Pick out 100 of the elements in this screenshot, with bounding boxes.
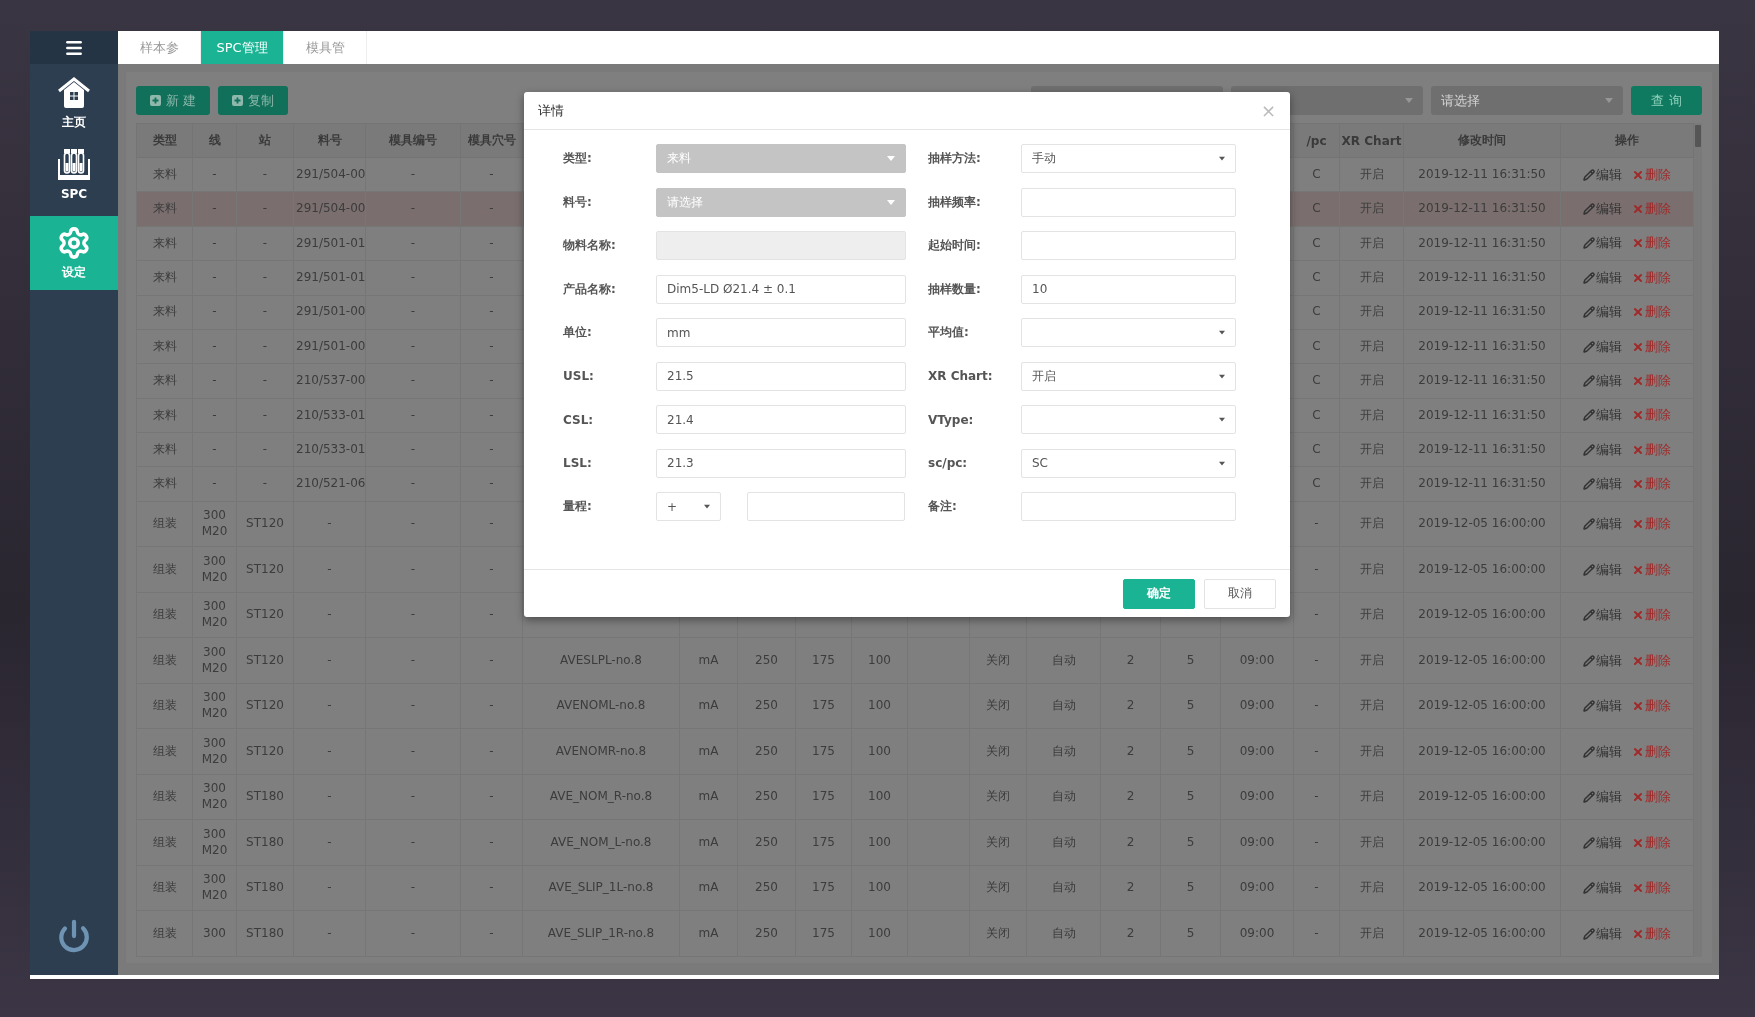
- select-field[interactable]: 开启: [1021, 361, 1236, 391]
- table-cell: mA: [679, 819, 738, 866]
- input-field[interactable]: 21.3: [656, 448, 906, 478]
- delete-link[interactable]: 删除: [1632, 337, 1671, 356]
- delete-link[interactable]: 删除: [1632, 788, 1671, 806]
- table-cell: C: [1293, 191, 1340, 227]
- close-icon: [1632, 791, 1644, 803]
- confirm-button[interactable]: 确定: [1123, 578, 1195, 609]
- table-cell: -: [365, 157, 461, 192]
- edit-link[interactable]: 编辑: [1583, 234, 1622, 253]
- delete-link[interactable]: 删除: [1632, 651, 1671, 670]
- delete-link[interactable]: 删除: [1632, 371, 1671, 390]
- edit-link[interactable]: 编辑: [1583, 406, 1622, 425]
- delete-link[interactable]: 删除: [1632, 268, 1671, 287]
- edit-link[interactable]: 编辑: [1583, 879, 1622, 897]
- table-cell: 175: [795, 819, 852, 866]
- input-field[interactable]: Dim5-LD Ø21.4 ± 0.1: [656, 274, 906, 304]
- edit-link[interactable]: 编辑: [1583, 697, 1622, 715]
- table-cell: 2: [1100, 819, 1161, 866]
- input-field[interactable]: [747, 492, 905, 521]
- delete-link[interactable]: 删除: [1632, 165, 1671, 184]
- sidebar-item[interactable]: 主页: [30, 68, 118, 136]
- edit-link[interactable]: 编辑: [1583, 371, 1622, 390]
- table-cell: -: [192, 432, 237, 467]
- delete-link[interactable]: 删除: [1632, 924, 1671, 943]
- pencil-icon: [1583, 203, 1595, 216]
- scrollbar[interactable]: [1694, 123, 1702, 957]
- close-icon: [1632, 518, 1644, 530]
- cancel-button[interactable]: 取消: [1204, 578, 1276, 609]
- table-row[interactable]: 组装 300 M20 ST120 - - - AVENOML-no.8 mA 250 175 100 关闭 自动 2 5 09:00 - 开启 2019-12-05 16:00:00 编辑 删除: [136, 683, 1694, 729]
- pencil-icon: [1583, 791, 1595, 803]
- edit-link[interactable]: 编辑: [1583, 440, 1622, 459]
- edit-link[interactable]: 编辑: [1583, 515, 1622, 533]
- delete-link[interactable]: 删除: [1632, 440, 1671, 459]
- delete-link[interactable]: 删除: [1632, 560, 1671, 579]
- edit-link[interactable]: 编辑: [1583, 788, 1622, 806]
- edit-link[interactable]: 编辑: [1583, 165, 1622, 184]
- delete-link[interactable]: 删除: [1632, 234, 1671, 253]
- table-cell: 09:00: [1220, 774, 1294, 820]
- input-field[interactable]: [1021, 187, 1236, 217]
- table-row[interactable]: 组装 300 M20 ST180 - - - AVE_NOM_R-no.8 mA 250 175 100 关闭 自动 2 5 09:00 - 开启 2019-12-05 16:00:00 编辑 删除: [136, 774, 1694, 820]
- delete-link[interactable]: 删除: [1632, 697, 1671, 715]
- toolbar-button[interactable]: 复制: [218, 86, 289, 115]
- edit-link[interactable]: 编辑: [1583, 606, 1622, 624]
- table-cell: mA: [679, 637, 738, 684]
- edit-link[interactable]: 编辑: [1583, 268, 1622, 287]
- delete-link[interactable]: 删除: [1632, 606, 1671, 624]
- select-field[interactable]: +: [656, 492, 721, 521]
- delete-link[interactable]: 删除: [1632, 475, 1671, 494]
- table-cell: ST120: [236, 592, 294, 638]
- select-field[interactable]: [1021, 318, 1236, 347]
- delete-link[interactable]: 删除: [1632, 742, 1671, 761]
- select-field[interactable]: 手动: [1021, 144, 1236, 173]
- select-field[interactable]: 请选择: [1431, 86, 1623, 115]
- table-cell: -: [1293, 592, 1340, 638]
- delete-link[interactable]: 删除: [1632, 303, 1671, 322]
- edit-link[interactable]: 编辑: [1583, 833, 1622, 852]
- pencil-icon: [1583, 306, 1595, 319]
- table-cell: 自动: [1026, 865, 1101, 911]
- delete-link[interactable]: 删除: [1632, 406, 1671, 425]
- table-row[interactable]: 组装 300 M20 ST180 - - - AVE_SLIP_1L-no.8 mA 250 175 100 关闭 自动 2 5 09:00 - 开启 2019-12-05 16:00:00 编辑 删除: [136, 865, 1694, 911]
- close-icon: [1632, 927, 1644, 940]
- column-header: 模具编号: [365, 123, 461, 158]
- table-cell: -: [293, 546, 366, 593]
- sidebar-item[interactable]: SPC: [30, 140, 118, 208]
- input-field[interactable]: 10: [1021, 274, 1236, 304]
- edit-link[interactable]: 编辑: [1583, 303, 1622, 322]
- delete-link[interactable]: 删除: [1632, 879, 1671, 897]
- input-field[interactable]: 21.5: [656, 361, 906, 391]
- power-icon[interactable]: [57, 919, 91, 953]
- delete-link[interactable]: 删除: [1632, 833, 1671, 852]
- table-row[interactable]: 组装 300 M20 ST120 - - - AVESLPL-no.8 mA 250 175 100 关闭 自动 2 5 09:00 - 开启 2019-12-05 16:00:00 编辑 删除: [136, 637, 1694, 684]
- toolbar-button[interactable]: 新 建: [136, 86, 211, 115]
- input-field[interactable]: [1021, 231, 1236, 260]
- input-field[interactable]: [1021, 492, 1236, 521]
- table-cell: 自动: [1026, 910, 1101, 957]
- query-button[interactable]: 查 询: [1631, 86, 1702, 115]
- table-cell: 100: [851, 819, 908, 866]
- pencil-icon: [1583, 409, 1595, 422]
- edit-link[interactable]: 编辑: [1583, 651, 1622, 670]
- input-field[interactable]: 21.4: [656, 405, 906, 434]
- table-cell: 开启: [1339, 398, 1404, 433]
- edit-link[interactable]: 编辑: [1583, 337, 1622, 356]
- table-row[interactable]: 组装 300 ST180 - - - AVE_SLIP_1R-no.8 mA 250 175 100 关闭 自动 2 5 09:00 - 开启 2019-12-05 16:00:00 编辑 删除: [136, 910, 1694, 957]
- edit-link[interactable]: 编辑: [1583, 560, 1622, 579]
- delete-link[interactable]: 删除: [1632, 515, 1671, 533]
- edit-link[interactable]: 编辑: [1583, 924, 1622, 943]
- tab[interactable]: SPC管理: [201, 31, 284, 64]
- select-field[interactable]: [1021, 405, 1236, 434]
- table-cell: 2019-12-11 16:31:50: [1403, 363, 1561, 399]
- select-field[interactable]: SC: [1021, 448, 1236, 478]
- input-field[interactable]: mm: [656, 318, 906, 347]
- edit-link[interactable]: 编辑: [1583, 742, 1622, 761]
- table-row[interactable]: 组装 300 M20 ST180 - - - AVE_NOM_L-no.8 mA 250 175 100 关闭 自动 2 5 09:00 - 开启 2019-12-05 16:00:00 编辑 删除: [136, 819, 1694, 866]
- table-row[interactable]: 组装 300 M20 ST120 - - - AVENOMR-no.8 mA 250 175 100 关闭 自动 2 5 09:00 - 开启 2019-12-05 16:00:00 编辑 删除: [136, 728, 1694, 775]
- sidebar-item[interactable]: 设定: [30, 216, 118, 290]
- edit-link[interactable]: 编辑: [1583, 475, 1622, 494]
- table-cell: 5: [1160, 819, 1221, 866]
- close-button[interactable]: ×: [1260, 100, 1276, 121]
- edit-link[interactable]: 编辑: [1583, 200, 1622, 219]
